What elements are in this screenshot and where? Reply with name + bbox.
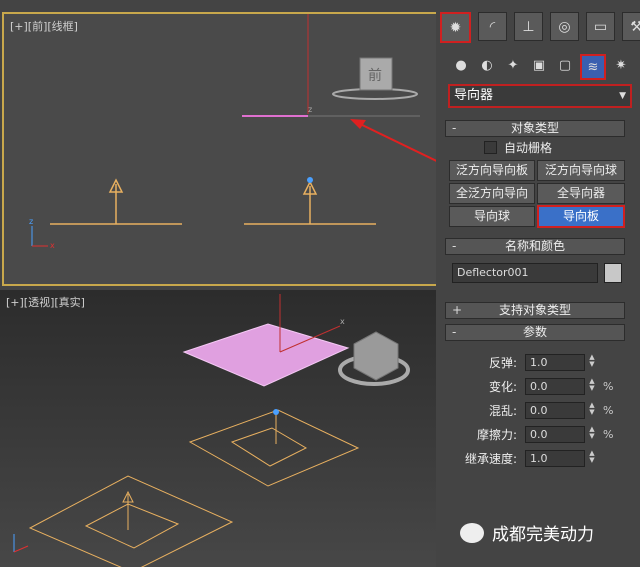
collapse-icon: -	[452, 239, 457, 253]
variation-spinner[interactable]: 0.0	[525, 378, 585, 395]
rollout-title: 对象类型	[510, 121, 559, 135]
utilities-icon[interactable]: ⚒	[622, 12, 640, 41]
udeflector-button[interactable]: 全导向器	[537, 183, 625, 204]
front-viewport[interactable]: [+][前][线框] z 前 z x	[2, 12, 439, 286]
systems-icon[interactable]: ✷	[610, 54, 632, 76]
bounce-label: 反弹:	[488, 356, 517, 370]
perspective-viewport-canvas: x	[13, 294, 410, 567]
lights-icon[interactable]: ✦	[502, 54, 524, 76]
deflector-button[interactable]: 导向板	[537, 205, 625, 228]
name-color-rollout-header[interactable]: - 名称和颜色	[445, 238, 625, 255]
geometry-icon[interactable]: ●	[450, 54, 472, 76]
friction-label: 摩擦力:	[476, 428, 517, 442]
modify-icon[interactable]: ◜	[478, 12, 507, 41]
collapse-icon: -	[452, 325, 457, 339]
spinner-arrows-icon[interactable]: ▲ ▼	[587, 402, 597, 417]
dropdown-value: 导向器	[454, 88, 494, 103]
spinner-arrows-icon[interactable]: ▲ ▼	[587, 354, 597, 369]
display-icon[interactable]: ▭	[586, 12, 615, 41]
spacewarp-type-dropdown[interactable]: 导向器 ▼	[448, 84, 632, 108]
object-name-field[interactable]: Deflector001	[452, 263, 598, 283]
sdeflector-button[interactable]: 导向球	[449, 206, 535, 227]
percent-label: %	[603, 428, 614, 441]
helpers-icon[interactable]: ▢	[554, 54, 576, 76]
rollout-title: 名称和颜色	[504, 239, 565, 253]
create-icon[interactable]: ✹	[440, 12, 471, 43]
perspective-viewport[interactable]: [+][透视][真实] x	[0, 290, 436, 567]
inherit-velocity-label: 继承速度:	[464, 452, 517, 466]
hierarchy-icon[interactable]: ⊥	[514, 12, 543, 41]
axis-tripod	[13, 534, 29, 553]
svg-text:x: x	[340, 317, 345, 326]
friction-spinner[interactable]: 0.0	[525, 426, 585, 443]
spinner-arrows-icon[interactable]: ▲ ▼	[587, 378, 597, 393]
rollout-title: 参数	[522, 325, 547, 339]
object-type-rollout-header[interactable]: - 对象类型	[445, 120, 625, 137]
inherit-velocity-spinner[interactable]: 1.0	[525, 450, 585, 467]
front-viewport-canvas: z 前 z x	[29, 14, 420, 250]
percent-label: %	[603, 404, 614, 417]
rollout-title: 支持对象类型	[498, 303, 571, 317]
nav-cube-face-label: 前	[368, 67, 382, 84]
object-color-swatch[interactable]	[604, 263, 622, 283]
support-objects-rollout-header[interactable]: + 支持对象类型	[445, 302, 625, 319]
uomniflector-button[interactable]: 全泛方向导向	[449, 183, 535, 204]
svg-text:z: z	[308, 105, 312, 114]
deflector-icon[interactable]	[28, 475, 234, 567]
expand-icon: +	[452, 303, 463, 317]
cameras-icon[interactable]: ▣	[528, 54, 550, 76]
chevron-down-icon: ▼	[619, 91, 626, 101]
svg-text:x: x	[50, 241, 55, 250]
shapes-icon[interactable]: ◐	[476, 54, 498, 76]
create-categories: ● ◐ ✦ ▣ ▢ ≋ ✷	[450, 54, 632, 80]
watermark: 成都完美动力	[460, 520, 594, 545]
sdeflector-omni-button[interactable]: 泛方向导向球	[537, 160, 625, 181]
omniflector-button[interactable]: 泛方向导向板	[449, 160, 535, 181]
spacewarps-icon[interactable]: ≋	[580, 54, 606, 80]
axis-tripod: z x	[29, 217, 55, 250]
navigation-cube[interactable]	[338, 331, 410, 386]
spinner-arrows-icon[interactable]: ▲ ▼	[587, 450, 597, 465]
collapse-icon: -	[452, 121, 457, 135]
autogrid-label: 自动栅格	[504, 141, 553, 155]
deflector-icon[interactable]	[50, 178, 182, 225]
motion-icon[interactable]: ◎	[550, 12, 579, 41]
variation-label: 变化:	[488, 380, 517, 394]
wechat-icon	[460, 522, 484, 543]
watermark-text: 成都完美动力	[492, 525, 594, 545]
spinner-arrows-icon[interactable]: ▲ ▼	[587, 426, 597, 441]
deflector-icon[interactable]	[244, 177, 376, 225]
chaos-spinner[interactable]: 0.0	[525, 402, 585, 419]
command-panel-tabs: ✹ ◜ ⊥ ◎ ▭ ⚒	[440, 12, 640, 43]
chaos-label: 混乱:	[488, 404, 517, 418]
deflector-icon[interactable]	[188, 409, 360, 487]
command-panel: ✹ ◜ ⊥ ◎ ▭ ⚒ ● ◐ ✦ ▣ ▢ ≋ ✷ 导向器 ▼ - 对象类型 自…	[436, 0, 640, 567]
bounce-spinner[interactable]: 1.0	[525, 354, 585, 371]
navigation-cube[interactable]: 前	[332, 57, 418, 100]
svg-text:z: z	[29, 217, 33, 226]
percent-label: %	[603, 380, 614, 393]
autogrid-checkbox[interactable]	[484, 141, 497, 154]
parameters-rollout-header[interactable]: - 参数	[445, 324, 625, 341]
